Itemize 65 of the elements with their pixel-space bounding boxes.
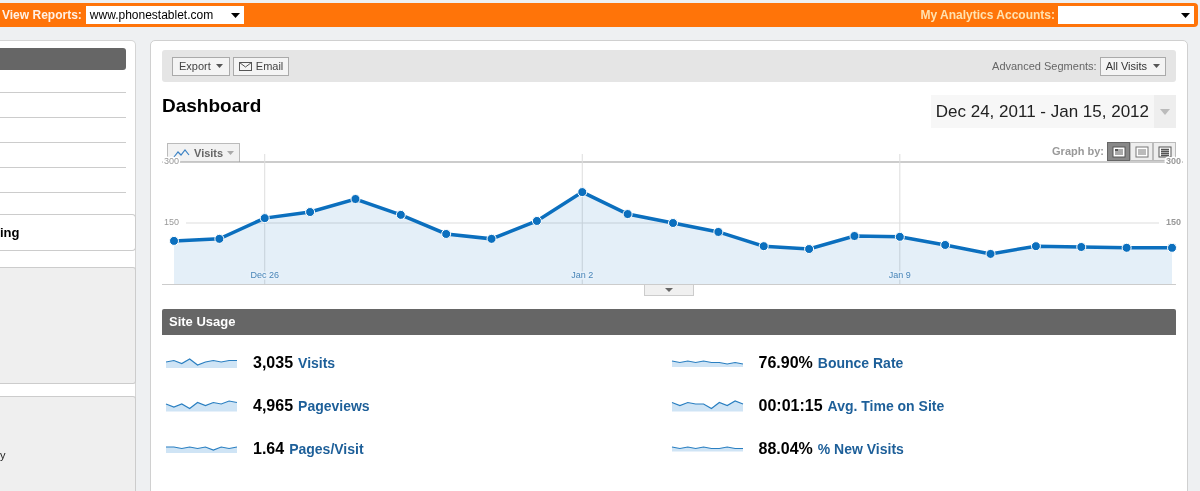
graph-by-button[interactable] — [1107, 142, 1130, 161]
accounts-label: My Analytics Accounts: — [920, 7, 1055, 24]
caret-icon — [1181, 12, 1190, 18]
collapse-handle[interactable] — [644, 285, 694, 296]
metric-value: 4,965 — [253, 396, 294, 416]
data-point — [214, 233, 225, 244]
view-reports-label: View Reports: — [1, 7, 82, 24]
caret-icon — [1160, 108, 1170, 115]
data-point — [804, 244, 815, 255]
segments-label: Advanced Segments: — [992, 58, 1097, 74]
data-point — [305, 207, 316, 217]
metric-value: 88.04% — [758, 439, 813, 459]
x-axis-label: Jan 9 — [888, 270, 911, 281]
caret-icon — [227, 151, 235, 155]
sidebar-text: y — [0, 448, 6, 463]
x-axis-label: Jan 2 — [571, 270, 594, 281]
data-point — [713, 226, 724, 237]
data-point — [441, 229, 452, 239]
data-point — [622, 209, 633, 220]
date-range-picker[interactable]: Dec 24, 2011 - Jan 15, 2012 — [930, 95, 1176, 128]
metric-value: 1.64 — [253, 439, 285, 459]
data-point — [259, 213, 270, 224]
metric-value: 3,035 — [253, 353, 294, 373]
data-point — [940, 239, 951, 250]
metric-link[interactable]: Pages/Visit — [289, 439, 364, 460]
export-button[interactable]: Export — [172, 56, 230, 76]
data-point — [985, 248, 996, 259]
data-point — [350, 194, 361, 204]
metric-link[interactable]: Avg. Time on Site — [827, 396, 945, 417]
data-point — [1030, 241, 1041, 252]
data-point — [1076, 242, 1087, 252]
data-point — [668, 218, 678, 228]
data-point — [577, 187, 588, 198]
data-point — [894, 231, 905, 242]
sidebar-heading: ing — [0, 223, 20, 242]
y-axis-label: 150 — [164, 217, 180, 228]
caret-icon — [230, 12, 240, 18]
data-point — [1167, 242, 1177, 253]
metric-value: 76.90% — [758, 353, 813, 373]
segments-dropdown[interactable]: All Visits — [1099, 56, 1166, 76]
caret-icon — [215, 64, 223, 68]
metric-value: 00:01:15 — [758, 396, 823, 416]
metric-link[interactable]: Bounce Rate — [817, 353, 904, 374]
caret-icon — [1153, 64, 1160, 68]
y-axis-label: 300 — [1165, 156, 1181, 167]
caret-icon — [665, 288, 673, 292]
data-point — [395, 209, 406, 220]
email-button[interactable]: Email — [232, 56, 290, 76]
data-point — [169, 235, 179, 246]
data-point — [486, 233, 497, 244]
metric-link[interactable]: % New Visits — [817, 439, 904, 460]
site-dropdown[interactable]: www.phonestablet.com — [85, 6, 244, 24]
envelope-icon — [238, 61, 252, 71]
line-chart-icon — [173, 148, 190, 158]
graph-by-label: Graph by: — [1052, 144, 1104, 160]
metric-link[interactable]: Visits — [298, 353, 336, 374]
data-point — [849, 231, 860, 241]
data-point — [531, 215, 542, 226]
y-axis-label: 150 — [1165, 217, 1181, 228]
page-title: Dashboard — [162, 94, 262, 118]
metric-link[interactable]: Pageviews — [298, 396, 370, 417]
data-point — [1121, 242, 1132, 253]
site-usage-header: Site Usage — [162, 309, 1176, 335]
x-axis-label: Dec 26 — [250, 270, 279, 281]
data-point — [758, 241, 769, 252]
